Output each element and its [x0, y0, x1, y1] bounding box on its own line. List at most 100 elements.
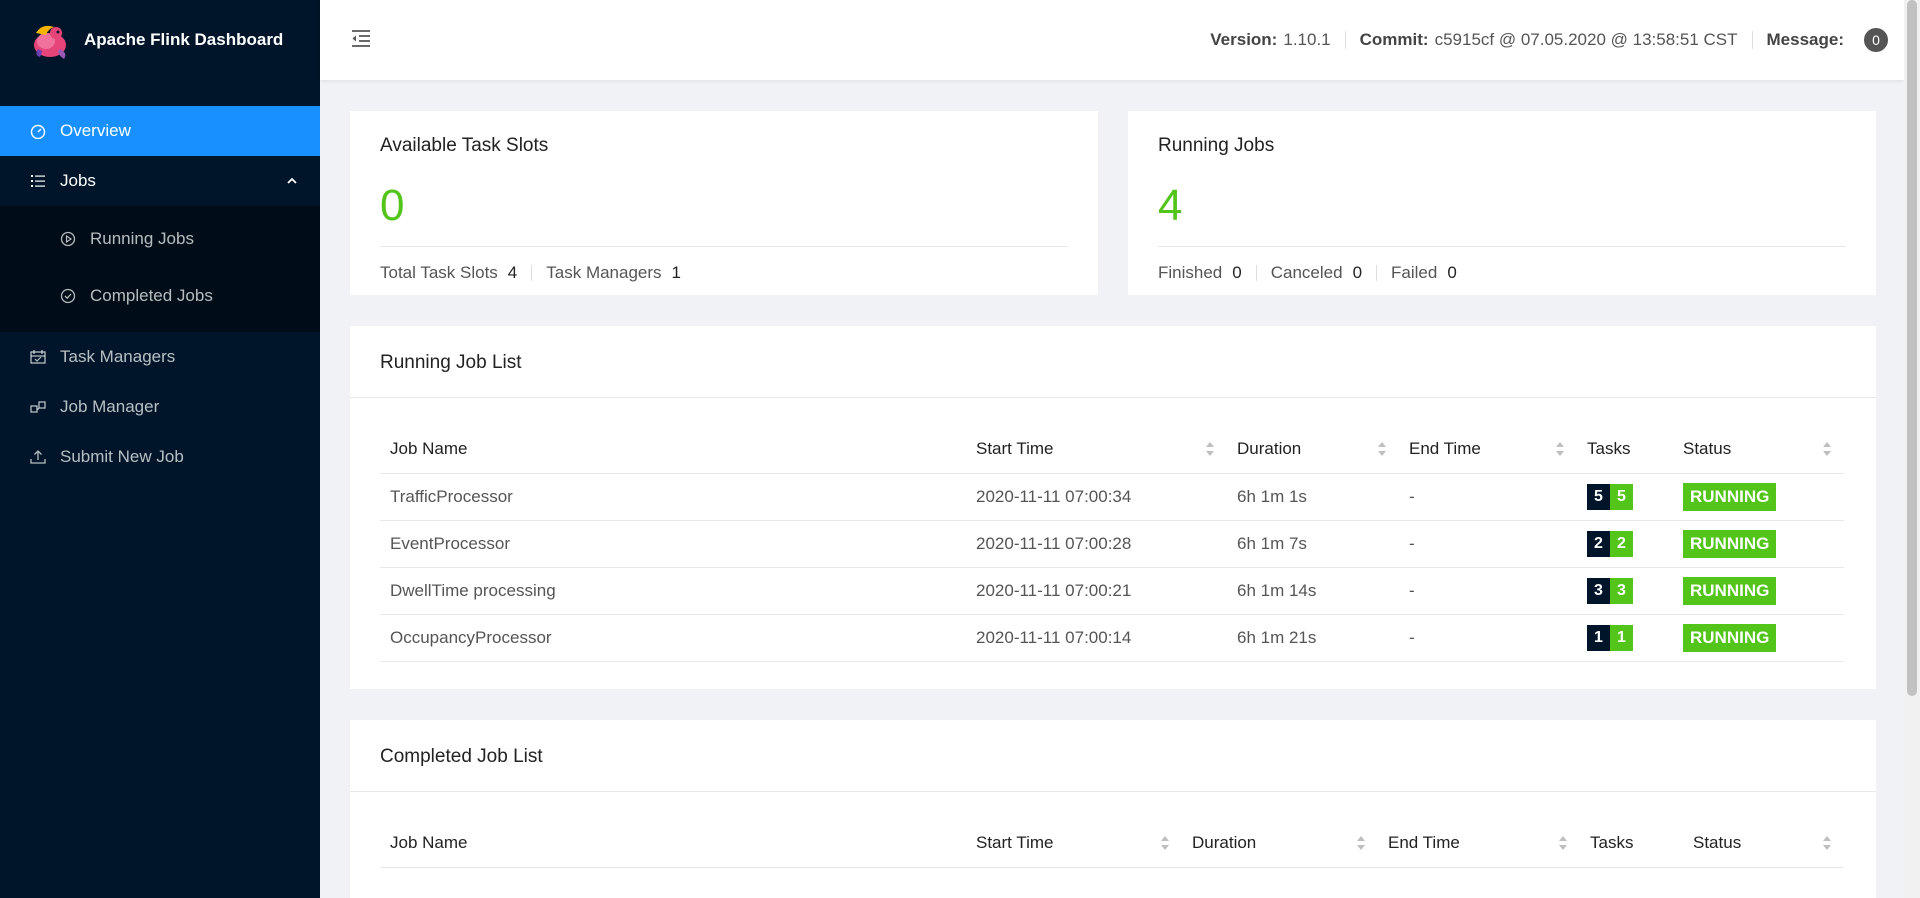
- sort-icon[interactable]: [1822, 441, 1832, 457]
- column-header-duration[interactable]: Duration: [1182, 820, 1378, 868]
- job-name[interactable]: EventProcessor: [380, 520, 966, 568]
- version-value: 1.10.1: [1283, 30, 1331, 49]
- page-scrollbar[interactable]: [1904, 0, 1920, 898]
- sidebar-item-label: Completed Jobs: [90, 286, 213, 305]
- table-row[interactable]: EventProcessor 2020-11-11 07:00:28 6h 1m…: [380, 520, 1844, 568]
- completed-job-list-card: Completed Job List Job Name Start Time D…: [350, 720, 1876, 898]
- column-header-start-time[interactable]: Start Time: [966, 426, 1227, 474]
- job-name[interactable]: TrafficProcessor: [380, 473, 966, 521]
- app-title: Apache Flink Dashboard: [84, 30, 284, 49]
- start-time: 2020-11-11 07:00:28: [966, 520, 1227, 568]
- chevron-up-icon[interactable]: [286, 175, 298, 187]
- sidebar-item-running-jobs[interactable]: Running Jobs: [0, 212, 320, 266]
- commit-value: c5915cf @ 07.05.2020 @ 13:58:51 CST: [1434, 30, 1738, 49]
- column-header-tasks: Tasks: [1577, 426, 1673, 474]
- running-jobs-card: Running Jobs 4 Finished 0 Canceled 0 Fai…: [1128, 111, 1876, 295]
- sidebar: Apache Flink Dashboard Overview Jobs Run…: [0, 0, 320, 898]
- task-managers-value: 1: [671, 263, 682, 282]
- sort-icon[interactable]: [1377, 441, 1387, 457]
- divider: [1344, 31, 1346, 49]
- scrollbar-thumb[interactable]: [1907, 0, 1917, 696]
- sort-icon[interactable]: [1356, 835, 1366, 851]
- status-badge: RUNNING: [1683, 529, 1777, 558]
- duration: 6h 1m 1s: [1227, 473, 1399, 521]
- task-slots-value: 0: [380, 181, 405, 230]
- end-time: -: [1399, 520, 1577, 568]
- sort-icon[interactable]: [1160, 835, 1170, 851]
- running-jobs-value: 4: [1158, 181, 1183, 230]
- end-time: -: [1399, 473, 1577, 521]
- tasks-cell: 5 5: [1577, 473, 1673, 521]
- sort-icon[interactable]: [1822, 835, 1832, 851]
- task-running-badge: 1: [1610, 624, 1633, 651]
- column-header-end-time[interactable]: End Time: [1378, 820, 1580, 868]
- sort-icon[interactable]: [1558, 835, 1568, 851]
- divider: [1158, 246, 1846, 247]
- column-header-status[interactable]: Status: [1683, 820, 1844, 868]
- cluster-icon: [30, 401, 46, 413]
- column-header-status[interactable]: Status: [1673, 426, 1844, 474]
- divider: [1376, 265, 1378, 281]
- header-meta: Version: 1.10.1 Commit: c5915cf @ 07.05.…: [1210, 0, 1888, 80]
- top-header: Version: 1.10.1 Commit: c5915cf @ 07.05.…: [320, 0, 1904, 80]
- table-row[interactable]: DwellTime processing 2020-11-11 07:00:21…: [380, 567, 1844, 615]
- task-slots-footer: Total Task Slots 4 Task Managers 1: [380, 263, 681, 283]
- status-cell: RUNNING: [1673, 473, 1844, 521]
- status-cell: RUNNING: [1673, 567, 1844, 615]
- schedule-icon: [30, 350, 46, 364]
- table-row[interactable]: OccupancyProcessor 2020-11-11 07:00:14 6…: [380, 614, 1844, 662]
- status-badge: RUNNING: [1683, 482, 1777, 511]
- end-time: -: [1399, 567, 1577, 615]
- task-slots-card: Available Task Slots 0 Total Task Slots …: [350, 111, 1098, 295]
- column-header-duration[interactable]: Duration: [1227, 426, 1399, 474]
- duration: 6h 1m 7s: [1227, 520, 1399, 568]
- sidebar-item-label: Jobs: [60, 171, 96, 190]
- tasks-cell: 2 2: [1577, 520, 1673, 568]
- divider: [350, 791, 1876, 792]
- status-badge: RUNNING: [1683, 623, 1777, 652]
- duration: 6h 1m 21s: [1227, 614, 1399, 662]
- sidebar-item-job-manager[interactable]: Job Manager: [0, 382, 320, 432]
- failed-value: 0: [1447, 263, 1457, 282]
- tasks-cell: 3 3: [1577, 567, 1673, 615]
- sidebar-item-overview[interactable]: Overview: [0, 106, 320, 156]
- task-count-badge: 5: [1587, 483, 1610, 510]
- task-managers-label: Task Managers: [546, 263, 662, 282]
- column-header-job-name: Job Name: [380, 426, 966, 474]
- job-name[interactable]: OccupancyProcessor: [380, 614, 966, 662]
- menu-fold-icon[interactable]: [350, 28, 372, 50]
- divider: [350, 397, 1876, 398]
- message-label[interactable]: Message:: [1767, 30, 1844, 50]
- table-header-row: Job Name Start Time Duration End Time Ta…: [380, 426, 1844, 474]
- sidebar-item-label: Running Jobs: [90, 229, 194, 248]
- table-row[interactable]: TrafficProcessor 2020-11-11 07:00:34 6h …: [380, 473, 1844, 521]
- canceled-label: Canceled: [1270, 263, 1343, 282]
- running-jobs-title: Running Jobs: [1158, 135, 1275, 156]
- finished-label: Finished: [1158, 263, 1223, 282]
- running-jobs-footer: Finished 0 Canceled 0 Failed 0: [1158, 263, 1457, 283]
- sidebar-item-label: Submit New Job: [60, 447, 184, 466]
- brand[interactable]: Apache Flink Dashboard: [0, 0, 320, 80]
- sidebar-item-jobs[interactable]: Jobs: [0, 156, 320, 206]
- column-header-end-time[interactable]: End Time: [1399, 426, 1577, 474]
- sidebar-item-submit-new-job[interactable]: Submit New Job: [0, 432, 320, 482]
- column-header-start-time[interactable]: Start Time: [966, 820, 1182, 868]
- sidebar-item-completed-jobs[interactable]: Completed Jobs: [0, 266, 320, 326]
- finished-value: 0: [1232, 263, 1242, 282]
- jobs-submenu: Running Jobs Completed Jobs: [0, 206, 320, 332]
- end-time: -: [1399, 614, 1577, 662]
- column-header-tasks: Tasks: [1580, 820, 1683, 868]
- message-count-badge[interactable]: 0: [1864, 28, 1888, 52]
- sort-icon[interactable]: [1555, 441, 1565, 457]
- sort-icon[interactable]: [1205, 441, 1215, 457]
- sidebar-item-task-managers[interactable]: Task Managers: [0, 332, 320, 382]
- total-slots-value: 4: [507, 263, 518, 282]
- job-name[interactable]: DwellTime processing: [380, 567, 966, 615]
- upload-icon: [30, 450, 46, 464]
- tasks-cell: 1 1: [1577, 614, 1673, 662]
- column-header-job-name: Job Name: [380, 820, 966, 868]
- start-time: 2020-11-11 07:00:14: [966, 614, 1227, 662]
- task-running-badge: 2: [1610, 530, 1633, 557]
- failed-label: Failed: [1391, 263, 1438, 282]
- commit-label: Commit:: [1359, 30, 1429, 49]
